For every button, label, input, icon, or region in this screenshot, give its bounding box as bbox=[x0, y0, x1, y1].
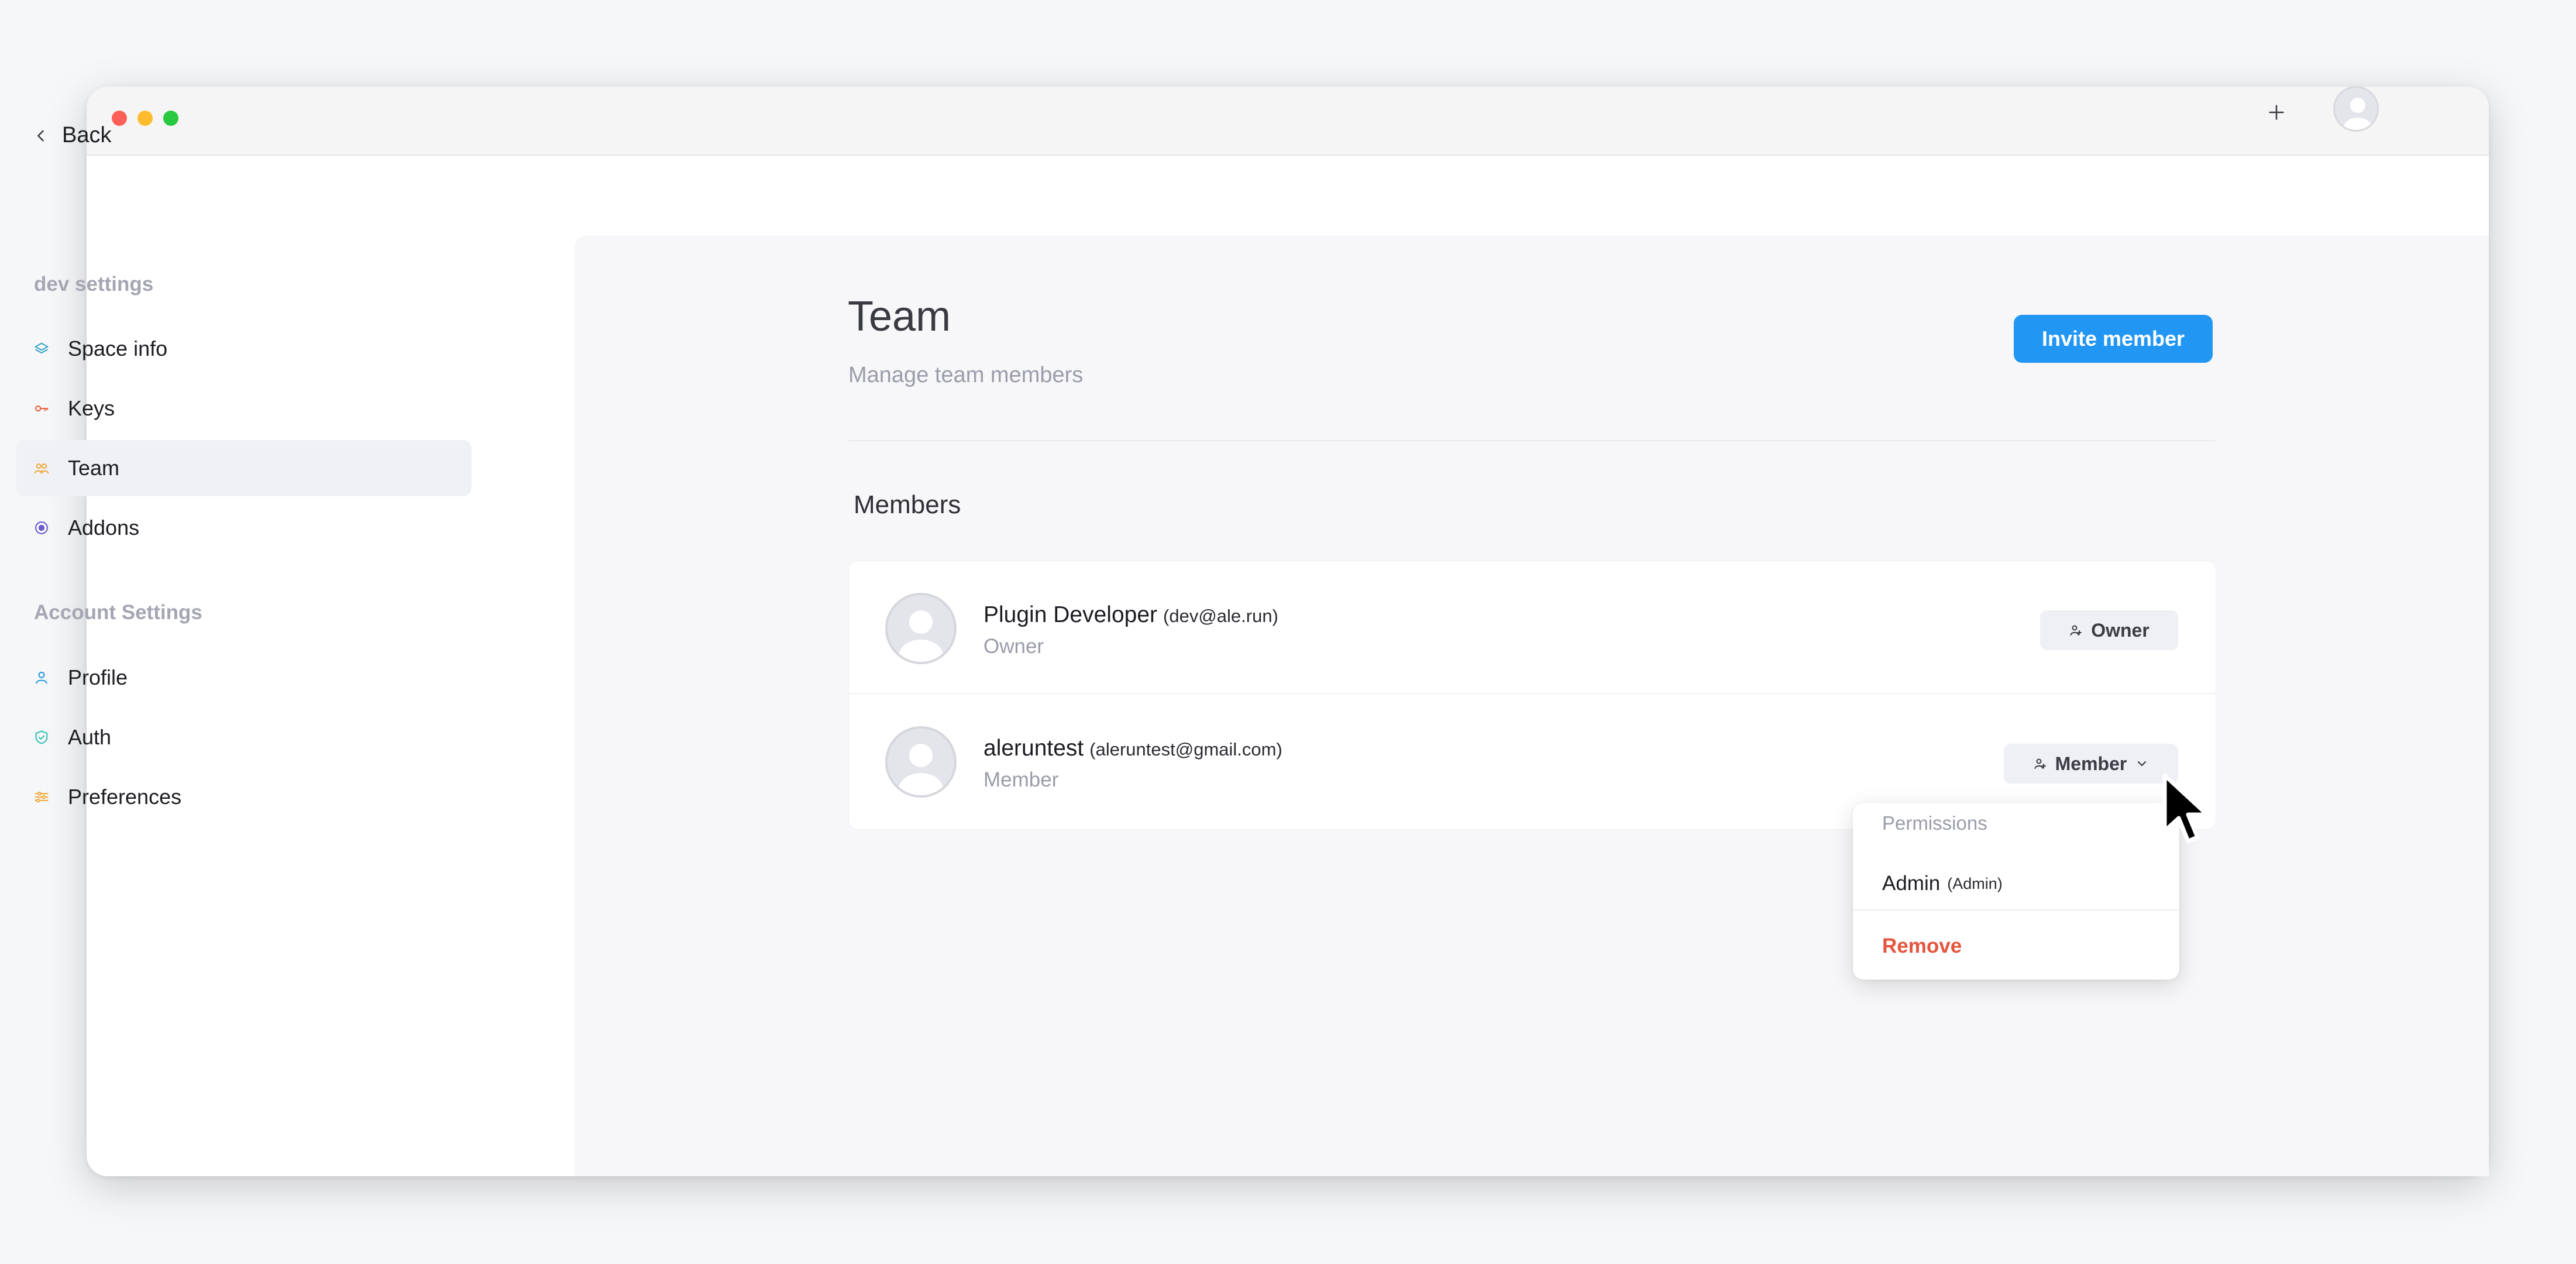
member-role-label: Owner bbox=[983, 635, 1044, 658]
sidebar-item-label: Profile bbox=[68, 665, 128, 689]
role-button-label: Member bbox=[2055, 753, 2127, 774]
member-name-line: Plugin Developer (dev@ale.run) bbox=[983, 602, 1278, 628]
dropdown-option-admin[interactable]: Admin (Admin) bbox=[1853, 853, 2179, 914]
avatar-placeholder-icon bbox=[899, 610, 943, 662]
role-dropdown-menu: Permissions Admin (Admin) Remove bbox=[1853, 803, 2179, 980]
member-email: (aleruntest@gmail.com) bbox=[1089, 739, 1282, 760]
invite-member-button[interactable]: Invite member bbox=[2014, 315, 2213, 363]
back-label: Back bbox=[62, 123, 112, 147]
dropdown-section-label: Permissions bbox=[1882, 812, 1987, 834]
owner-role-button[interactable]: Owner bbox=[2040, 610, 2178, 650]
member-row: Plugin Developer (dev@ale.run) Owner Owne… bbox=[849, 561, 2216, 694]
sidebar-item-keys[interactable]: Keys bbox=[16, 380, 472, 437]
header-divider bbox=[848, 440, 2215, 441]
add-button[interactable] bbox=[2259, 95, 2294, 130]
option-name: Admin bbox=[1882, 872, 1941, 895]
member-avatar bbox=[885, 593, 957, 664]
section-label-dev-settings: dev settings bbox=[34, 273, 154, 296]
mouse-cursor-icon bbox=[2162, 773, 2209, 843]
sidebar-item-label: Addons bbox=[68, 516, 140, 540]
sliders-icon bbox=[33, 788, 50, 806]
member-name-line: aleruntest (aleruntest@gmail.com) bbox=[983, 736, 1282, 761]
sidebar-item-space-info[interactable]: Space info bbox=[16, 321, 472, 377]
back-button[interactable]: Back bbox=[33, 123, 111, 148]
member-name: aleruntest bbox=[983, 736, 1084, 761]
member-role-label: Member bbox=[983, 768, 1059, 791]
user-icon bbox=[33, 669, 50, 686]
dropdown-divider bbox=[1853, 909, 2179, 911]
sidebar-item-addons[interactable]: Addons bbox=[16, 500, 472, 556]
key-icon bbox=[33, 400, 50, 417]
zoom-window-button[interactable] bbox=[163, 111, 178, 126]
sidebar-item-team[interactable]: Team bbox=[16, 440, 472, 496]
member-avatar bbox=[885, 726, 957, 798]
layers-icon bbox=[33, 340, 50, 358]
window-titlebar bbox=[87, 87, 2489, 156]
member-name: Plugin Developer bbox=[983, 602, 1158, 627]
sidebar-item-profile[interactable]: Profile bbox=[16, 650, 472, 706]
page-title: Team bbox=[848, 293, 951, 340]
plus-icon bbox=[2269, 105, 2284, 120]
member-email: (dev@ale.run) bbox=[1163, 606, 1278, 626]
members-list: Plugin Developer (dev@ale.run) Owner Owne… bbox=[848, 561, 2216, 830]
team-icon bbox=[33, 459, 50, 477]
avatar-placeholder-icon bbox=[899, 744, 943, 795]
page-subtitle: Manage team members bbox=[848, 363, 1084, 387]
user-role-icon bbox=[2070, 625, 2082, 636]
chevron-down-icon bbox=[2138, 761, 2147, 767]
sidebar-item-label: Preferences bbox=[68, 785, 182, 809]
sidebar-item-label: Keys bbox=[68, 396, 115, 420]
member-role-dropdown-button[interactable]: Member bbox=[2004, 744, 2178, 784]
section-label-account-settings: Account Settings bbox=[34, 601, 202, 624]
remove-member-option[interactable]: Remove bbox=[1853, 920, 2179, 973]
user-role-icon bbox=[2034, 758, 2046, 769]
sidebar-item-label: Team bbox=[68, 456, 120, 480]
members-heading: Members bbox=[854, 490, 961, 519]
close-window-button[interactable] bbox=[112, 111, 127, 126]
minimize-window-button[interactable] bbox=[137, 111, 153, 126]
sidebar-item-label: Auth bbox=[68, 725, 112, 749]
user-avatar[interactable] bbox=[2333, 86, 2379, 132]
sidebar-item-label: Space info bbox=[68, 336, 168, 360]
sidebar-item-preferences[interactable]: Preferences bbox=[16, 769, 472, 825]
sidebar-item-auth[interactable]: Auth bbox=[16, 709, 472, 765]
shield-icon bbox=[33, 729, 50, 746]
addon-icon bbox=[33, 519, 50, 537]
role-button-label: Owner bbox=[2091, 619, 2149, 641]
chevron-left-icon bbox=[37, 130, 44, 141]
option-tag: (Admin) bbox=[1947, 874, 2003, 892]
